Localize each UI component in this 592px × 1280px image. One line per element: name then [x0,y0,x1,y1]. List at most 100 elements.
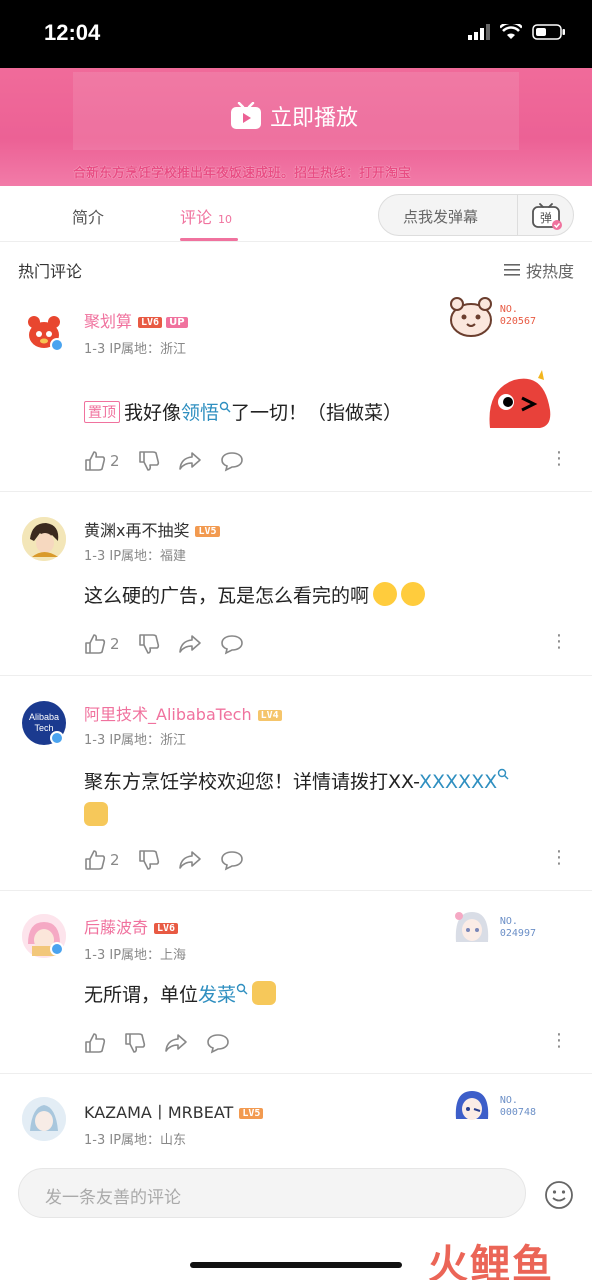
share-icon [178,452,201,470]
search-icon [219,401,231,413]
danmaku-toggle-icon[interactable]: 弹 [531,203,563,231]
comment-actions: 2 [84,450,262,472]
like-count: 2 [110,635,120,653]
comment-text: 置顶 我好像领悟 了一切！（指做菜） [84,398,402,425]
video-player[interactable]: 立即播放 合新东方烹饪学校推出年夜饭速成班。招生热线：打开淘宝 [0,68,592,186]
dislike-button[interactable] [138,450,160,472]
thumbs-down-icon [138,451,159,471]
status-time: 12:04 [44,20,101,45]
search-icon [236,983,248,995]
up-badge: UP [166,317,188,328]
username[interactable]: 聚划算 LV6 UP [84,308,188,332]
share-button[interactable] [178,450,202,472]
snow-avatar-icon [22,1097,66,1141]
like-button[interactable]: 2 [84,849,120,871]
comment-text: 无所谓，单位发菜 [84,980,277,1007]
danmaku-placeholder: 点我发弹幕 [403,208,479,226]
fan-badge: NO. 000748 [450,1085,536,1129]
divider [517,195,518,235]
thumbs-down-icon [138,850,159,870]
share-button[interactable] [178,633,202,655]
doge-emoji-icon [252,981,277,1005]
more-options-icon[interactable]: ⋮ [550,1030,568,1051]
scrolling-ad-text: 合新东方烹饪学校推出年夜饭速成班。招生热线：打开淘宝 [73,166,412,181]
comment-item: 后藤波奇 LV6 1-3 IP属地：上海 NO. 024997 无所谓，单位发菜 … [0,892,592,1074]
wifi-icon [500,24,522,39]
thumbs-up-icon [85,634,106,654]
comment-input-placeholder: 发一条友善的评论 [45,1188,181,1208]
active-tab-indicator [180,238,238,241]
comment-meta: 1-3 IP属地：福建 [84,549,187,564]
share-button[interactable] [164,1032,188,1054]
play-now-label: 立即播放 [270,106,359,131]
sort-label: 按热度 [525,262,574,281]
red-sticker-icon [489,370,551,428]
comment-actions: 2 [84,849,262,871]
verified-icon [50,942,64,956]
search-link[interactable]: 发菜 [198,984,236,1006]
fan-badge: NO. 020567 [448,294,536,338]
more-options-icon[interactable]: ⋮ [550,631,568,652]
reply-bubble-icon [220,635,243,655]
tab-intro[interactable]: 简介 [72,204,104,228]
comment-text: 聚东方烹饪学校欢迎您！详情请拨打XX-XXXXXX [84,765,574,833]
reply-button[interactable] [220,849,244,871]
username[interactable]: 后藤波奇 LV6 [84,914,179,938]
list-icon [503,264,520,276]
like-button[interactable]: 2 [84,450,120,472]
verified-icon [50,731,64,745]
reply-bubble-icon [220,452,243,472]
share-icon [178,851,201,869]
play-now-button[interactable]: 立即播放 [230,100,358,132]
like-button[interactable] [84,1032,106,1054]
thumbs-up-icon [85,1033,106,1053]
status-bar: 12:04 [0,0,592,68]
avatar[interactable] [22,517,66,561]
reply-button[interactable] [220,450,244,472]
comment-actions [84,1032,248,1054]
dislike-button[interactable] [138,849,160,871]
comment-meta: 1-3 IP属地：浙江 [84,342,187,357]
annoyed-emoji-icon [373,582,398,606]
fan-number: NO. 020567 [499,304,536,327]
more-options-icon[interactable]: ⋮ [550,448,568,469]
reply-button[interactable] [206,1032,230,1054]
danmaku-icon-label: 弹 [540,211,552,225]
level-badge: LV5 [239,1108,264,1119]
search-link[interactable]: XXXXXX [419,771,497,793]
watermark-logo: 火鲤鱼 [428,1242,554,1280]
sort-by-hot-button[interactable]: 按热度 [503,258,574,282]
comment-meta: 1-3 IP属地：山东 [84,1133,187,1148]
search-link[interactable]: 领悟 [181,402,219,424]
username-text: 聚划算 [84,312,133,331]
username[interactable]: KAZAMA丨MRBEAT LV5 [84,1099,264,1123]
reply-button[interactable] [220,633,244,655]
like-button[interactable]: 2 [84,633,120,655]
doge-emoji-icon [84,802,108,826]
more-options-icon[interactable]: ⋮ [550,847,568,868]
home-indicator[interactable] [190,1262,402,1268]
comment-input[interactable]: 发一条友善的评论 [18,1168,526,1218]
fan-number: NO. 000748 [499,1095,536,1118]
emoji-picker-icon[interactable] [544,1180,574,1210]
username-text: 黄渊x再不抽奖 [84,521,190,540]
verified-icon [50,338,64,352]
grin-emoji-icon [401,582,426,606]
danmaku-input[interactable]: 点我发弹幕 弹 [378,194,574,236]
comment-item: 聚划算 LV6 UP 1-3 IP属地：浙江 NO. 020567 置顶 我好像领悟了… [0,292,592,492]
username[interactable]: 黄渊x再不抽奖 LV5 [84,517,220,541]
tab-comments[interactable]: 评论 10 [180,204,232,228]
reply-bubble-icon [207,1034,229,1054]
status-icons [468,24,566,40]
thumbs-up-icon [85,451,106,471]
share-button[interactable] [178,849,202,871]
username-text: KAZAMA丨MRBEAT [84,1103,234,1122]
username[interactable]: 阿里技术_AlibabaTech LV4 [84,701,282,725]
level-badge: LV6 [154,923,179,934]
dislike-button[interactable] [138,633,160,655]
avatar[interactable] [22,1097,66,1141]
comment-meta: 1-3 IP属地：上海 [84,948,187,963]
dislike-button[interactable] [124,1032,146,1054]
level-badge: LV6 [138,317,163,328]
comment-item: KAZAMA丨MRBEAT LV5 1-3 IP属地：山东 NO. 000748 [0,1075,592,1160]
